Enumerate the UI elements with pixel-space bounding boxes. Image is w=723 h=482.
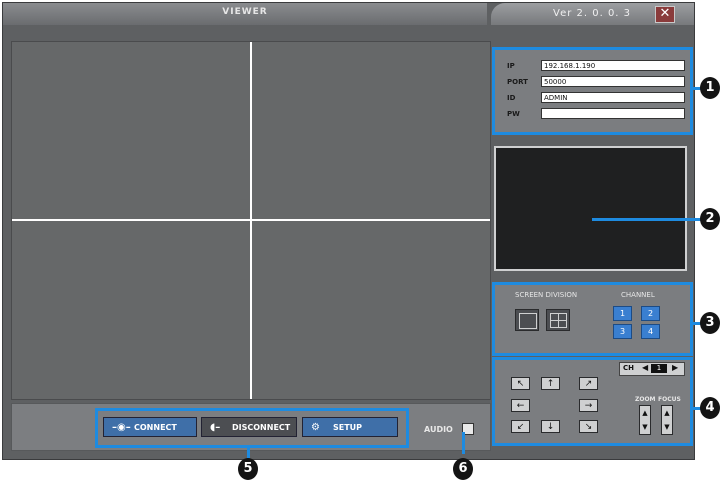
quad-screen-icon [558,320,567,328]
single-view-button[interactable] [515,309,539,331]
id-label: ID [507,94,516,102]
channel-3-button[interactable]: 3 [613,324,632,339]
focus-near-icon[interactable]: ▲ [662,406,672,420]
version-tab: Ver 2. 0. 0. 3 ✕ [491,3,694,25]
callout-line-6 [462,432,465,454]
plug-disconnect-icon: ◖– [210,422,221,433]
ptz-panel: ↖ ↑ ↗ ← → ↙ ↓ ↘ CH ◀ 1 ▶ ZOOM FOCUS ▲ ▼ … [492,357,693,446]
version-label: Ver 2. 0. 0. 3 [553,8,632,19]
arrow-up-icon: ↑ [546,379,555,389]
ip-label: IP [507,62,515,70]
single-screen-icon [519,313,537,329]
arrow-down-right-icon: ↘ [584,422,593,432]
port-label: PORT [507,78,528,86]
callout-badge-1: 1 [700,77,720,99]
pw-field[interactable] [541,108,685,119]
callout-badge-3: 3 [700,312,720,334]
channel-4-button[interactable]: 4 [641,324,660,339]
callout-badge-4: 4 [700,397,720,419]
ptz-down-right-button[interactable]: ↘ [579,420,598,433]
quad-view-button[interactable] [546,309,570,331]
ch-value: 1 [651,364,667,373]
focus-label: FOCUS [658,396,681,403]
ch-prev-button[interactable]: ◀ [642,363,648,372]
zoom-out-icon[interactable]: ▼ [640,420,650,434]
callout-badge-2: 2 [700,208,720,230]
focus-control[interactable]: ▲ ▼ [661,405,673,435]
ptz-up-button[interactable]: ↑ [541,377,560,390]
disconnect-label: DISCONNECT [232,423,291,432]
arrow-up-right-icon: ↗ [584,379,593,389]
zoom-control[interactable]: ▲ ▼ [639,405,651,435]
channel-label: CHANNEL [621,291,655,299]
zoom-in-icon[interactable]: ▲ [640,406,650,420]
ptz-up-left-button[interactable]: ↖ [511,377,530,390]
window-title: VIEWER [222,7,268,17]
id-field[interactable]: ADMIN [541,92,685,103]
ptz-down-left-button[interactable]: ↙ [511,420,530,433]
ptz-left-button[interactable]: ← [511,399,530,412]
ptz-channel-selector: CH ◀ 1 ▶ [619,362,685,376]
audio-label: AUDIO [424,425,453,434]
grid-divider-horizontal [12,219,490,221]
video-cell-3[interactable] [12,221,250,399]
callout-line-2 [592,218,702,221]
video-cell-1[interactable] [12,42,250,219]
channel-1-button[interactable]: 1 [613,306,632,321]
ip-field[interactable]: 192.168.1.190 [541,60,685,71]
video-cell-4[interactable] [252,221,490,399]
ch-label: CH [623,364,634,372]
bottom-toolbar: –◉– CONNECT ◖– DISCONNECT ⚙ SETUP AUDIO [11,403,491,451]
screen-division-label: SCREEN DIVISION [515,291,578,299]
preview-screen [494,146,687,271]
setup-label: SETUP [333,423,363,432]
screen-division-panel: SCREEN DIVISION CHANNEL 1 2 3 4 [492,282,693,356]
video-cell-2[interactable] [252,42,490,219]
connect-label: CONNECT [134,423,177,432]
callout-badge-5: 5 [238,458,258,480]
plug-connect-icon: –◉– [112,422,131,433]
arrow-left-icon: ← [516,401,525,411]
gear-icon: ⚙ [311,422,320,433]
title-bar: VIEWER [3,3,487,25]
callout-badge-6: 6 [453,458,473,480]
arrow-right-icon: → [584,401,593,411]
zoom-label: ZOOM [635,396,656,403]
port-field[interactable]: 50000 [541,76,685,87]
ptz-down-button[interactable]: ↓ [541,420,560,433]
close-button[interactable]: ✕ [655,6,675,23]
ptz-right-button[interactable]: → [579,399,598,412]
video-grid[interactable] [11,41,491,400]
ptz-up-right-button[interactable]: ↗ [579,377,598,390]
arrow-down-icon: ↓ [546,422,555,432]
pw-label: PW [507,110,520,118]
arrow-down-left-icon: ↙ [516,422,525,432]
login-panel: IP 192.168.1.190 PORT 50000 ID ADMIN PW [492,47,693,135]
setup-button[interactable]: ⚙ SETUP [302,417,398,437]
channel-2-button[interactable]: 2 [641,306,660,321]
arrow-up-left-icon: ↖ [516,379,525,389]
ch-next-button[interactable]: ▶ [672,363,678,372]
callout-line-5 [247,448,250,458]
disconnect-button[interactable]: ◖– DISCONNECT [201,417,297,437]
connection-button-group: –◉– CONNECT ◖– DISCONNECT ⚙ SETUP [95,408,409,448]
connect-button[interactable]: –◉– CONNECT [103,417,197,437]
focus-far-icon[interactable]: ▼ [662,420,672,434]
